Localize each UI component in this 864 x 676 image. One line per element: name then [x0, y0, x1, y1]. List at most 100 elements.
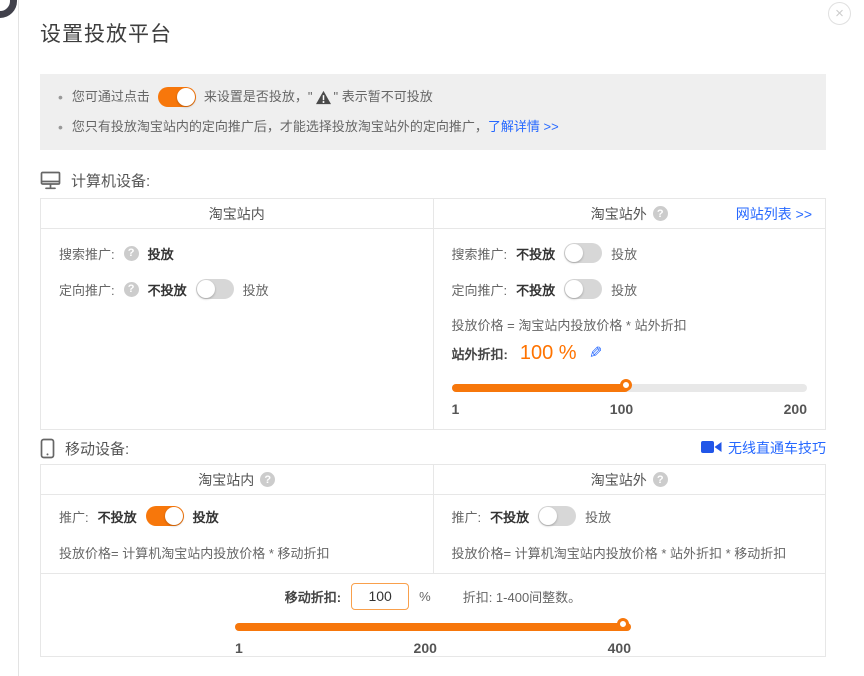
wireless-tips-link[interactable]: 无线直通车技巧: [701, 438, 826, 458]
outside-targeted-toggle[interactable]: [564, 279, 602, 299]
slider-mid: 200: [414, 640, 437, 656]
computer-table-body: 搜索推广: ? 投放 定向推广: ? 不投放 投放 搜索推广: 不投放: [41, 229, 825, 429]
computer-table: 淘宝站内 淘宝站外 ? 网站列表 >> 搜索推广: ? 投放 定向推广: ? 不…: [40, 198, 826, 430]
targeted-promo-row: 定向推广: ? 不投放 投放: [59, 271, 415, 307]
slider-fill: [235, 623, 631, 631]
computer-table-header: 淘宝站内 淘宝站外 ? 网站列表 >>: [41, 199, 825, 229]
warning-icon: [315, 90, 332, 105]
offsite-discount-line: 站外折扣: 100 % ✎: [452, 339, 808, 367]
help-icon[interactable]: ?: [124, 282, 139, 297]
discount-value: 100 %: [520, 342, 577, 365]
on-label: 投放: [585, 507, 611, 526]
mobile-inside-cell: 推广: 不投放 投放 投放价格= 计算机淘宝站内投放价格 * 移动折扣: [41, 495, 433, 573]
off-label: 不投放: [148, 280, 187, 299]
discount-hint: 折扣: 1-400间整数。: [463, 587, 581, 606]
discount-label: 移动折扣:: [285, 587, 341, 606]
off-label: 不投放: [98, 507, 137, 526]
slider-track[interactable]: [235, 623, 631, 631]
price-formula: 投放价格= 计算机淘宝站内投放价格 * 站外折扣 * 移动折扣: [452, 541, 808, 563]
header-taobao-inside: 淘宝站内 ?: [41, 465, 433, 494]
search-promo-row: 搜索推广: ? 投放: [59, 235, 415, 271]
toggle-knob: [177, 88, 195, 106]
row-label: 推广:: [59, 507, 89, 526]
mobile-table-header: 淘宝站内 ? 淘宝站外 ?: [41, 465, 825, 495]
slider-min: 1: [235, 640, 243, 656]
toggle-knob: [197, 280, 215, 298]
help-icon[interactable]: ?: [653, 206, 668, 221]
help-icon[interactable]: ?: [124, 246, 139, 261]
on-label: 投放: [243, 280, 269, 299]
mobile-section-header: 移动设备: 无线直通车技巧: [40, 432, 826, 464]
price-formula: 投放价格= 计算机淘宝站内投放价格 * 移动折扣: [59, 541, 415, 563]
help-icon[interactable]: ?: [653, 472, 668, 487]
row-value: 投放: [148, 244, 174, 263]
slider-track-area[interactable]: [452, 379, 808, 397]
targeted-promo-row: 定向推广: 不投放 投放: [452, 271, 808, 307]
row-label: 定向推广:: [452, 280, 508, 299]
bullet-icon: •: [58, 87, 63, 107]
on-label: 投放: [193, 507, 219, 526]
discount-label: 站外折扣:: [452, 344, 508, 363]
header-taobao-inside: 淘宝站内: [41, 199, 433, 228]
link-label: 无线直通车技巧: [728, 438, 826, 458]
outside-search-toggle[interactable]: [564, 243, 602, 263]
header-taobao-outside: 淘宝站外 ? 网站列表 >>: [433, 199, 826, 228]
mobile-inside-toggle[interactable]: [146, 506, 184, 526]
off-label: 不投放: [516, 280, 555, 299]
slider-labels: 1 100 200: [452, 401, 808, 417]
mobile-section-label: 移动设备:: [65, 438, 129, 459]
header-label: 淘宝站外: [591, 470, 647, 490]
computer-section-header: 计算机设备:: [40, 162, 826, 198]
notice-text: 您可通过点击: [72, 87, 150, 107]
off-label: 不投放: [490, 507, 529, 526]
inside-targeted-toggle[interactable]: [196, 279, 234, 299]
row-label: 定向推广:: [59, 280, 115, 299]
search-promo-row: 搜索推广: 不投放 投放: [452, 235, 808, 271]
edit-icon[interactable]: ✎: [589, 343, 602, 363]
notice-box: • 您可通过点击 来设置是否投放，" " 表示暂不可投放 • 您只有投放淘宝站内…: [40, 74, 826, 150]
header-label: 淘宝站内: [209, 204, 265, 224]
slider-max: 400: [608, 640, 631, 656]
bullet-icon: •: [58, 117, 63, 137]
mobile-discount-row: 移动折扣: % 折扣: 1-400间整数。 1 200 400: [41, 573, 825, 656]
notice-text: 来设置是否投放，": [204, 87, 313, 107]
monitor-icon: [40, 171, 61, 190]
dialog: 设置投放平台 • 您可通过点击 来设置是否投放，" " 表示暂不可投放 • 您只…: [40, 0, 826, 657]
header-label: 淘宝站外: [591, 204, 647, 224]
notice-line-2: • 您只有投放淘宝站内的定向推广后，才能选择投放淘宝站外的定向推广， 了解详情 …: [58, 117, 808, 137]
header-taobao-outside: 淘宝站外 ?: [433, 465, 826, 494]
slider-fill: [452, 384, 630, 392]
slider-track-area[interactable]: [235, 618, 631, 636]
video-icon: [701, 440, 722, 457]
mobile-discount-controls: 移动折扣: % 折扣: 1-400间整数。: [41, 582, 825, 610]
slider-min: 1: [452, 401, 460, 417]
notice-text: " 表示暂不可投放: [334, 87, 433, 107]
help-icon[interactable]: ?: [260, 472, 275, 487]
mobile-table: 淘宝站内 ? 淘宝站外 ? 推广: 不投放 投放 投放价格= 计算机淘宝站内投放…: [40, 464, 826, 657]
close-icon[interactable]: ×: [828, 2, 851, 25]
promo-row: 推广: 不投放 投放: [452, 501, 808, 531]
mobile-discount-input[interactable]: [351, 583, 409, 610]
header-label: 淘宝站内: [198, 470, 254, 490]
background-ring-fragment: [0, 0, 17, 18]
phone-icon: [40, 438, 55, 459]
on-label: 投放: [611, 280, 637, 299]
mobile-table-body: 推广: 不投放 投放 投放价格= 计算机淘宝站内投放价格 * 移动折扣 推广: …: [41, 495, 825, 573]
promo-row: 推广: 不投放 投放: [59, 501, 415, 531]
mobile-outside-cell: 推广: 不投放 投放 投放价格= 计算机淘宝站内投放价格 * 站外折扣 * 移动…: [433, 495, 826, 573]
learn-more-link[interactable]: 了解详情 >>: [488, 117, 559, 137]
slider-mid: 100: [610, 401, 633, 417]
computer-section-label: 计算机设备:: [71, 170, 150, 191]
site-list-link[interactable]: 网站列表 >>: [736, 199, 812, 228]
computer-outside-cell: 搜索推广: 不投放 投放 定向推广: 不投放 投放 投放价格 = 淘宝站内投放价…: [433, 229, 826, 429]
slider-knob[interactable]: [617, 618, 629, 630]
example-toggle: [158, 87, 196, 107]
slider-max: 200: [784, 401, 807, 417]
percent-label: %: [419, 589, 431, 604]
mobile-outside-toggle[interactable]: [538, 506, 576, 526]
toggle-knob: [565, 280, 583, 298]
on-label: 投放: [611, 244, 637, 263]
toggle-knob: [565, 244, 583, 262]
offsite-discount-slider: 1 100 200: [452, 379, 808, 417]
toggle-knob: [539, 507, 557, 525]
